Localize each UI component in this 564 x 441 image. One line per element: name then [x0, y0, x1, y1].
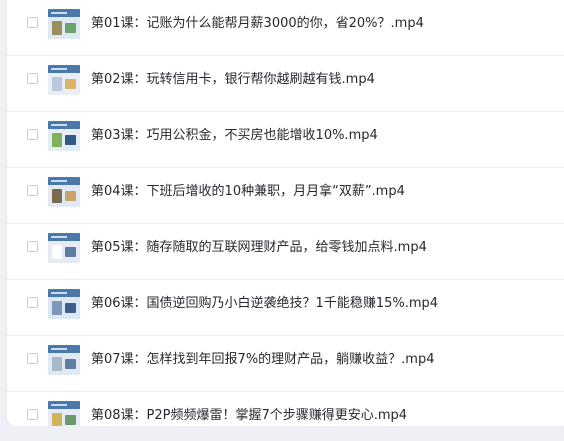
- file-row[interactable]: 第08课：P2P频频爆雷！掌握7个步骤赚得更安心.mp4: [7, 392, 564, 426]
- thumbnail-graphic: [65, 79, 76, 89]
- thumbnail-graphic: [52, 189, 62, 203]
- thumbnail-graphic: [52, 413, 62, 426]
- thumbnail-header-band: [48, 401, 80, 409]
- page-background: [0, 426, 564, 441]
- file-name[interactable]: 第05课：随存随取的互联网理财产品，给零钱加点料.mp4: [91, 239, 427, 257]
- file-checkbox[interactable]: [27, 129, 38, 140]
- video-thumbnail[interactable]: [48, 65, 80, 95]
- file-name[interactable]: 第06课：国债逆回购乃小白逆袭绝技？1千能稳赚15%.mp4: [91, 295, 438, 313]
- file-checkbox[interactable]: [27, 409, 38, 420]
- file-name[interactable]: 第08课：P2P频频爆雷！掌握7个步骤赚得更安心.mp4: [91, 407, 407, 425]
- file-row[interactable]: 第07课：怎样找到年回报7%的理财产品，躺赚收益？.mp4: [7, 336, 564, 392]
- thumbnail-graphic: [65, 191, 76, 201]
- file-row[interactable]: 第04课：下班后增收的10种兼职，月月拿“双薪”.mp4: [7, 168, 564, 224]
- thumbnail-graphic: [52, 77, 62, 91]
- file-checkbox[interactable]: [27, 241, 38, 252]
- video-thumbnail[interactable]: [48, 233, 80, 263]
- file-row[interactable]: 第01课：记账为什么能帮月薪3000的你，省20%？.mp4: [7, 0, 564, 56]
- file-checkbox[interactable]: [27, 17, 38, 28]
- thumbnail-header-band: [48, 345, 80, 353]
- file-checkbox[interactable]: [27, 73, 38, 84]
- thumbnail-graphic: [52, 21, 62, 35]
- video-thumbnail[interactable]: [48, 401, 80, 426]
- thumbnail-graphic: [65, 303, 76, 313]
- file-list: 第01课：记账为什么能帮月薪3000的你，省20%？.mp4 第02课：玩转信用…: [7, 0, 564, 426]
- thumbnail-graphic: [65, 23, 76, 33]
- file-row[interactable]: 第05课：随存随取的互联网理财产品，给零钱加点料.mp4: [7, 224, 564, 280]
- thumbnail-graphic: [52, 301, 62, 315]
- file-checkbox[interactable]: [27, 297, 38, 308]
- thumbnail-graphic: [65, 247, 76, 257]
- thumbnail-header-band: [48, 289, 80, 297]
- thumbnail-graphic: [52, 245, 62, 259]
- thumbnail-header-band: [48, 9, 80, 17]
- thumbnail-graphic: [65, 359, 76, 369]
- file-name[interactable]: 第01课：记账为什么能帮月薪3000的你，省20%？.mp4: [91, 15, 424, 33]
- video-thumbnail[interactable]: [48, 345, 80, 375]
- file-name[interactable]: 第02课：玩转信用卡，银行帮你越刷越有钱.mp4: [91, 71, 375, 89]
- file-name[interactable]: 第07课：怎样找到年回报7%的理财产品，躺赚收益？.mp4: [91, 351, 435, 369]
- thumbnail-header-band: [48, 65, 80, 73]
- file-name[interactable]: 第03课：巧用公积金，不买房也能增收10%.mp4: [91, 127, 378, 145]
- file-name[interactable]: 第04课：下班后增收的10种兼职，月月拿“双薪”.mp4: [91, 183, 405, 201]
- thumbnail-graphic: [65, 135, 76, 145]
- file-list-panel: 第01课：记账为什么能帮月薪3000的你，省20%？.mp4 第02课：玩转信用…: [6, 0, 564, 426]
- video-thumbnail[interactable]: [48, 289, 80, 319]
- thumbnail-graphic: [52, 133, 62, 147]
- video-thumbnail[interactable]: [48, 121, 80, 151]
- file-row[interactable]: 第02课：玩转信用卡，银行帮你越刷越有钱.mp4: [7, 56, 564, 112]
- file-row[interactable]: 第06课：国债逆回购乃小白逆袭绝技？1千能稳赚15%.mp4: [7, 280, 564, 336]
- thumbnail-header-band: [48, 177, 80, 185]
- file-checkbox[interactable]: [27, 353, 38, 364]
- file-row[interactable]: 第03课：巧用公积金，不买房也能增收10%.mp4: [7, 112, 564, 168]
- thumbnail-graphic: [65, 415, 76, 425]
- thumbnail-graphic: [52, 357, 62, 371]
- video-thumbnail[interactable]: [48, 9, 80, 39]
- file-checkbox[interactable]: [27, 185, 38, 196]
- thumbnail-header-band: [48, 121, 80, 129]
- video-thumbnail[interactable]: [48, 177, 80, 207]
- thumbnail-header-band: [48, 233, 80, 241]
